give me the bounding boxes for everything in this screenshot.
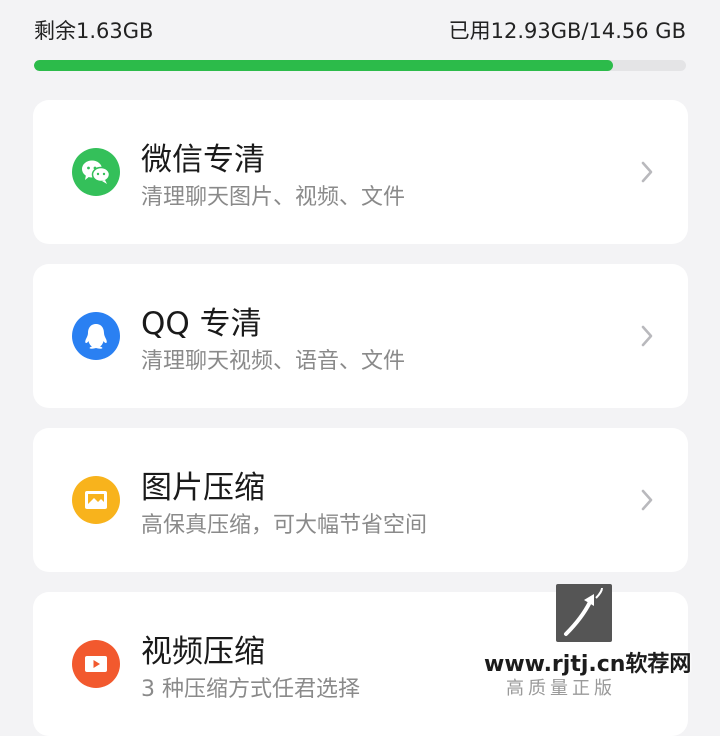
- card-subtitle: 高保真压缩，可大幅节省空间: [141, 513, 428, 538]
- card-title: 微信专清: [141, 142, 265, 178]
- storage-used: 已用12.93GB/14.56 GB: [448, 19, 686, 43]
- video-icon: [72, 640, 120, 688]
- chevron-right-icon: [641, 489, 653, 511]
- watermark-logo-icon: [556, 584, 612, 642]
- card-title: 图片压缩: [141, 470, 265, 506]
- wechat-icon: [72, 148, 120, 196]
- storage-progress-bar: [34, 60, 686, 71]
- storage-summary: 剩余1.63GB 已用12.93GB/14.56 GB: [34, 14, 686, 46]
- qq-penguin-icon: [72, 312, 120, 360]
- card-subtitle: 清理聊天视频、语音、文件: [141, 349, 406, 374]
- image-compress-card[interactable]: 图片压缩 高保真压缩，可大幅节省空间: [33, 428, 688, 572]
- card-title: QQ 专清: [141, 306, 262, 342]
- card-subtitle: 清理聊天图片、视频、文件: [141, 185, 406, 210]
- wechat-clean-card[interactable]: 微信专清 清理聊天图片、视频、文件: [33, 100, 688, 244]
- chevron-right-icon: [641, 325, 653, 347]
- qq-clean-card[interactable]: QQ 专清 清理聊天视频、语音、文件: [33, 264, 688, 408]
- chevron-right-icon: [641, 161, 653, 183]
- watermark-site: www.rjtj.cn软荐网: [484, 652, 692, 677]
- card-subtitle: 3 种压缩方式任君选择: [141, 677, 360, 702]
- storage-progress-fill: [34, 60, 613, 71]
- card-title: 视频压缩: [141, 634, 265, 670]
- image-icon: [72, 476, 120, 524]
- storage-remaining: 剩余1.63GB: [34, 19, 154, 43]
- site-watermark: 高质量正版 www.rjtj.cn软荐网: [484, 584, 720, 706]
